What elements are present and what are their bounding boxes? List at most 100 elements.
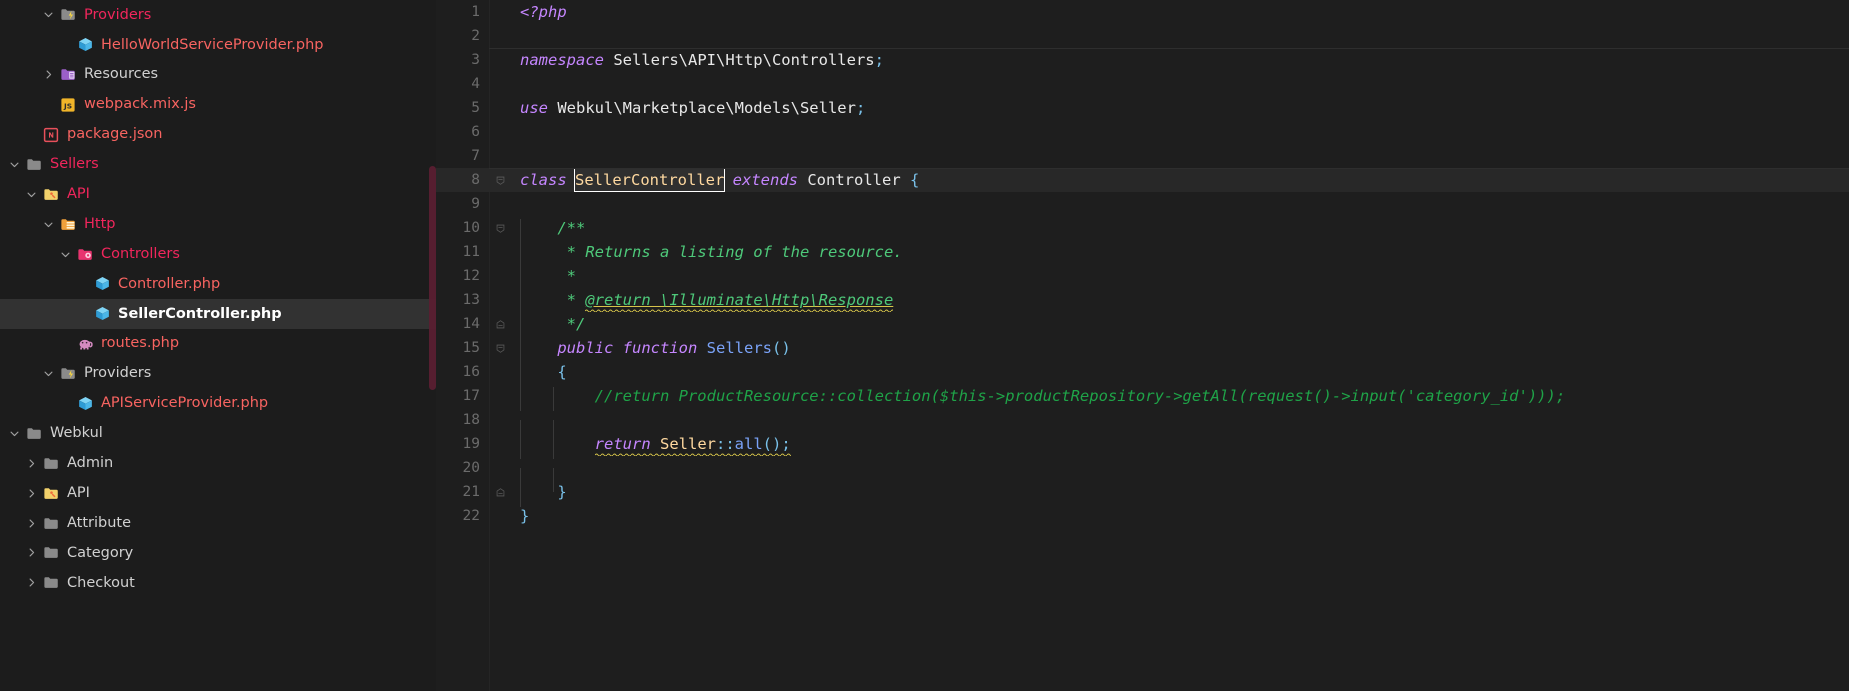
- code-line[interactable]: 9: [436, 192, 1849, 216]
- code-line[interactable]: 17 //return ProductResource::collection(…: [436, 384, 1849, 411]
- line-number: 15: [462, 340, 480, 356]
- file-explorer-sidebar[interactable]: Providers HelloWorldServiceProvider.php Re…: [0, 0, 436, 691]
- folder-providers-open-icon: [57, 6, 79, 23]
- code-line[interactable]: 6: [436, 120, 1849, 144]
- php-class-icon: [74, 395, 96, 412]
- fold-toggle-icon[interactable]: [489, 175, 511, 186]
- line-number: 16: [462, 364, 480, 380]
- code-line[interactable]: 5 use Webkul\Marketplace\Models\Seller;: [436, 96, 1849, 120]
- warning-squiggle: @return \Illuminate\Http\Response: [585, 291, 894, 312]
- tree-item-api[interactable]: API: [0, 478, 436, 508]
- code-line[interactable]: 10 /**: [436, 216, 1849, 243]
- chevron-down-icon[interactable]: [40, 219, 57, 230]
- fold-toggle-icon[interactable]: [489, 343, 511, 354]
- chevron-down-icon[interactable]: [40, 368, 57, 379]
- code-line[interactable]: 15 public function Sellers(): [436, 336, 1849, 363]
- tree-item-label: Admin: [67, 455, 114, 472]
- chevron-right-icon[interactable]: [23, 547, 40, 558]
- chevron-down-icon[interactable]: [40, 9, 57, 20]
- tree-item-label: Resources: [84, 66, 159, 83]
- tree-item-label: HelloWorldServiceProvider.php: [101, 36, 324, 53]
- fold-toggle-icon[interactable]: [489, 487, 511, 498]
- line-number: 22: [462, 508, 480, 524]
- line-number: 3: [471, 52, 480, 68]
- chevron-down-icon[interactable]: [57, 249, 74, 260]
- code-line[interactable]: 22}: [436, 504, 1849, 528]
- code-line[interactable]: 19 return Seller::all();: [436, 432, 1849, 459]
- tree-item-http[interactable]: Http: [0, 209, 436, 239]
- tree-item-label: package.json: [67, 126, 163, 143]
- tree-item-label: Checkout: [67, 574, 135, 591]
- file-tree[interactable]: Providers HelloWorldServiceProvider.php Re…: [0, 0, 436, 598]
- code-text: * @return \Illuminate\Http\Response: [511, 291, 1849, 315]
- tree-item-webkul[interactable]: Webkul: [0, 418, 436, 448]
- fold-toggle-icon[interactable]: [489, 223, 511, 234]
- tree-item-sellercontroller-php[interactable]: SellerController.php: [0, 298, 436, 329]
- code-text: class SellerController extends Controlle…: [520, 168, 920, 192]
- code-line[interactable]: 2: [436, 24, 1849, 48]
- code-line[interactable]: 18: [436, 408, 1849, 444]
- line-number: 6: [471, 124, 480, 140]
- code-line[interactable]: 20: [436, 456, 1849, 492]
- chevron-down-icon[interactable]: [6, 428, 23, 439]
- tree-item-providers[interactable]: Providers: [0, 0, 436, 30]
- chevron-right-icon[interactable]: [40, 69, 57, 80]
- code-line[interactable]: 4: [436, 72, 1849, 96]
- code-content[interactable]: 1 <?php 2 3 namespace Sellers\API\Http\Contr…: [436, 0, 1849, 528]
- fold-toggle-icon[interactable]: [489, 319, 511, 330]
- code-line[interactable]: 8 class SellerController extends Controll…: [436, 168, 1849, 192]
- chevron-right-icon[interactable]: [23, 488, 40, 499]
- tree-item-sellers[interactable]: Sellers: [0, 149, 436, 179]
- tree-item-resources[interactable]: Resources: [0, 60, 436, 90]
- code-line[interactable]: 12 *: [436, 264, 1849, 291]
- code-line[interactable]: 3 namespace Sellers\API\Http\Controllers;: [436, 48, 1849, 72]
- code-editor[interactable]: 1 <?php 2 3 namespace Sellers\API\Http\Contr…: [436, 0, 1849, 691]
- tree-item-helloworldserviceprovider-php[interactable]: HelloWorldServiceProvider.php: [0, 30, 436, 60]
- line-number: 12: [462, 268, 480, 284]
- code-line[interactable]: 16 {: [436, 360, 1849, 387]
- tree-item-admin[interactable]: Admin: [0, 448, 436, 478]
- svg-text:JS: JS: [63, 101, 72, 110]
- line-number: 17: [462, 388, 480, 404]
- tree-item-controller-php[interactable]: Controller.php: [0, 269, 436, 299]
- tree-item-attribute[interactable]: Attribute: [0, 508, 436, 538]
- tree-item-controllers[interactable]: Controllers: [0, 239, 436, 269]
- php-class-icon: [91, 275, 113, 292]
- code-line[interactable]: 13 * @return \Illuminate\Http\Response: [436, 288, 1849, 315]
- line-number: 7: [471, 148, 480, 164]
- line-number: 4: [471, 76, 480, 92]
- folder-icon: [40, 574, 62, 591]
- tree-item-label: API: [67, 186, 90, 203]
- tree-item-providers[interactable]: Providers: [0, 359, 436, 389]
- code-line[interactable]: 1 <?php: [436, 0, 1849, 24]
- line-number: 21: [462, 484, 480, 500]
- sidebar-scrollbar-thumb[interactable]: [429, 166, 436, 390]
- code-text: public function Sellers(): [511, 339, 1849, 363]
- tree-item-routes-php[interactable]: routes.php: [0, 329, 436, 359]
- chevron-down-icon[interactable]: [23, 189, 40, 200]
- tree-item-category[interactable]: Category: [0, 538, 436, 568]
- tree-item-apiserviceprovider-php[interactable]: APIServiceProvider.php: [0, 389, 436, 419]
- tree-item-webpack-mix-js[interactable]: JS webpack.mix.js: [0, 90, 436, 120]
- folder-open-icon: [23, 425, 45, 442]
- line-number: 11: [462, 244, 480, 260]
- code-line[interactable]: 14 */: [436, 312, 1849, 339]
- tree-item-label: Controller.php: [118, 275, 221, 292]
- chevron-right-icon[interactable]: [23, 518, 40, 529]
- code-line[interactable]: 21 }: [436, 480, 1849, 507]
- chevron-right-icon[interactable]: [23, 458, 40, 469]
- ide-window: Providers HelloWorldServiceProvider.php Re…: [0, 0, 1849, 691]
- code-line[interactable]: 7: [436, 144, 1849, 168]
- folder-http-open-icon: [57, 216, 79, 233]
- chevron-right-icon[interactable]: [23, 577, 40, 588]
- folder-icon: [40, 515, 62, 532]
- code-line[interactable]: 11 * Returns a listing of the resource.: [436, 240, 1849, 267]
- tree-item-package-json[interactable]: package.json: [0, 120, 436, 150]
- line-number: 19: [462, 436, 480, 452]
- editor-region-separator: [489, 48, 1849, 49]
- tree-item-checkout[interactable]: Checkout: [0, 568, 436, 598]
- tree-item-label: Attribute: [67, 514, 132, 531]
- line-number: 2: [471, 28, 480, 44]
- tree-item-api[interactable]: API: [0, 179, 436, 209]
- chevron-down-icon[interactable]: [6, 159, 23, 170]
